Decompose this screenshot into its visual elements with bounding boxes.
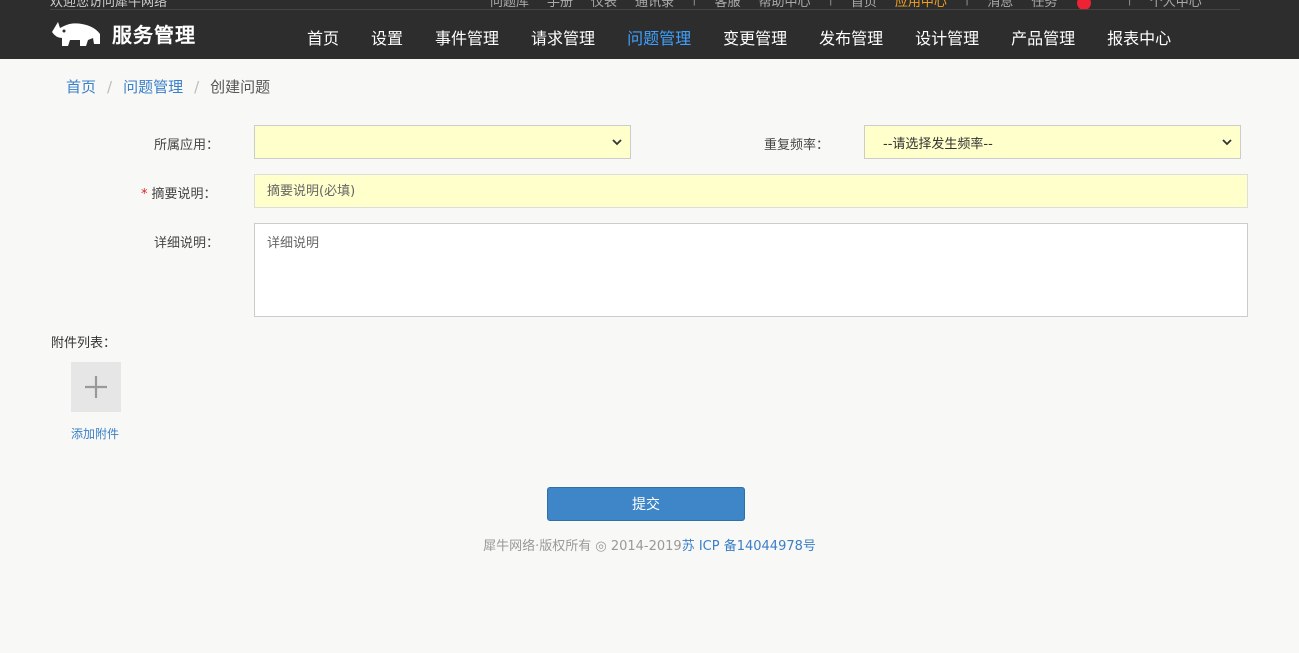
icp-link[interactable]: 苏 ICP 备14044978号 (682, 539, 816, 554)
submit-button[interactable]: 提交 (547, 487, 745, 521)
nav-item-products[interactable]: 产品管理 (995, 27, 1091, 51)
utility-link[interactable]: 问题库 (490, 0, 529, 9)
utility-link[interactable]: 消息 (987, 0, 1013, 9)
nav-item-home[interactable]: 首页 (291, 27, 355, 51)
top-utility-strip: 欢迎您访问犀牛网络 问题库 手册 仪表 通讯录 | 客服 帮助中心 | 首页 应… (0, 0, 1299, 9)
nav-item-problems[interactable]: 问题管理 (611, 27, 707, 51)
add-attachment-link[interactable]: 添加附件 (71, 425, 119, 442)
app-label: 所属应用： (154, 138, 220, 153)
breadcrumb-current: 创建问题 (210, 78, 271, 96)
logo[interactable]: 服务管理 (50, 17, 196, 49)
divider: | (965, 0, 969, 9)
summary-label: * 摘要说明： (141, 187, 217, 202)
app-select[interactable] (254, 125, 631, 159)
copyright-text: 犀牛网络·版权所有 ◎ 2014-2019 (483, 539, 682, 554)
nav-item-reports[interactable]: 报表中心 (1091, 27, 1187, 51)
utility-link[interactable]: 手册 (547, 0, 573, 9)
divider: | (828, 0, 832, 9)
nav-item-releases[interactable]: 发布管理 (803, 27, 899, 51)
add-attachment-button[interactable] (71, 362, 121, 412)
logo-text: 服务管理 (112, 22, 196, 47)
top-header: 欢迎您访问犀牛网络 问题库 手册 仪表 通讯录 | 客服 帮助中心 | 首页 应… (0, 0, 1299, 59)
utility-link-profile[interactable]: 个人中心 (1150, 0, 1202, 9)
divider: | (1127, 0, 1131, 9)
utility-link[interactable]: 仪表 (591, 0, 617, 9)
chevron-down-icon (612, 139, 622, 146)
summary-input[interactable] (254, 174, 1248, 208)
utility-link[interactable]: 客服 (714, 0, 740, 9)
attachments-title: 附件列表： (51, 336, 117, 351)
required-mark: * (141, 187, 148, 202)
frequency-select[interactable]: --请选择发生频率-- (864, 125, 1241, 159)
chevron-down-icon (1222, 139, 1232, 146)
frequency-label: 重复频率： (764, 138, 830, 153)
welcome-text: 欢迎您访问犀牛网络 (50, 0, 168, 9)
detail-label: 详细说明： (154, 236, 220, 251)
nav-item-incidents[interactable]: 事件管理 (419, 27, 515, 51)
nav-item-changes[interactable]: 变更管理 (707, 27, 803, 51)
utility-link-tasks[interactable]: 任务 (1031, 0, 1109, 9)
utility-link[interactable]: 帮助中心 (758, 0, 810, 9)
nav-item-requests[interactable]: 请求管理 (515, 27, 611, 51)
notification-badge (1077, 0, 1092, 9)
footer: 犀牛网络·版权所有 ◎ 2014-2019苏 ICP 备14044978号 (0, 535, 1299, 554)
utility-link-app-center[interactable]: 应用中心 (895, 0, 947, 9)
breadcrumb-problems[interactable]: 问题管理 (123, 76, 183, 97)
utility-links: 问题库 手册 仪表 通讯录 | 客服 帮助中心 | 首页 应用中心 | 消息 任… (490, 0, 1220, 9)
divider: | (692, 0, 696, 9)
detail-textarea[interactable] (254, 223, 1248, 317)
breadcrumb-home[interactable]: 首页 (66, 76, 96, 97)
utility-link[interactable]: 通讯录 (635, 0, 674, 9)
rhino-logo-icon (52, 22, 100, 46)
breadcrumb-separator: / (107, 77, 113, 96)
main-nav: 首页 设置 事件管理 请求管理 问题管理 变更管理 发布管理 设计管理 产品管理… (291, 27, 1187, 51)
frequency-select-value: --请选择发生频率-- (883, 136, 993, 152)
header-divider (50, 9, 1240, 10)
breadcrumb-separator: / (194, 77, 200, 96)
nav-item-design[interactable]: 设计管理 (899, 27, 995, 51)
nav-item-settings[interactable]: 设置 (355, 27, 419, 51)
plus-icon (85, 376, 107, 398)
utility-link[interactable]: 首页 (851, 0, 877, 9)
breadcrumb: 首页 / 问题管理 / 创建问题 (66, 76, 270, 97)
